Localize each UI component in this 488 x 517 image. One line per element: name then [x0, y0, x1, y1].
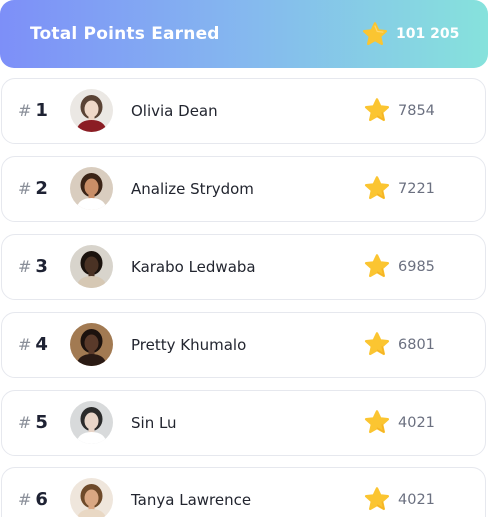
rank: #4: [18, 313, 48, 377]
hash-symbol: #: [18, 257, 32, 276]
leaderboard-row[interactable]: #1 Olivia Dean 7854: [1, 78, 486, 144]
rank-number: 1: [35, 100, 48, 121]
star-icon: [362, 22, 388, 46]
rank: #6: [18, 468, 48, 517]
avatar: [70, 478, 113, 517]
total-points-header: Total Points Earned 101 205: [0, 0, 488, 68]
user-name: Tanya Lawrence: [131, 491, 252, 509]
user-points: 7221: [398, 181, 435, 197]
user-points: 4021: [398, 415, 435, 431]
rank: #3: [18, 235, 48, 299]
star-icon: [364, 332, 390, 356]
user-name: Karabo Ledwaba: [131, 258, 256, 276]
leaderboard-row[interactable]: #4 Pretty Khumalo 6801: [1, 312, 486, 378]
avatar: [70, 401, 113, 444]
star-icon: [364, 98, 390, 122]
hash-symbol: #: [18, 101, 32, 120]
avatar: [70, 167, 113, 210]
rank-number: 3: [35, 256, 48, 277]
total-points-value: 101 205: [396, 26, 460, 42]
avatar: [70, 245, 113, 288]
rank-number: 4: [35, 334, 48, 355]
leaderboard-row[interactable]: #2 Analize Strydom 7221: [1, 156, 486, 222]
star-icon: [364, 176, 390, 200]
rank-number: 6: [35, 489, 48, 510]
user-name: Analize Strydom: [131, 180, 254, 198]
star-icon: [364, 487, 390, 511]
hash-symbol: #: [18, 179, 32, 198]
leaderboard-row[interactable]: #6 Tanya Lawrence 4021: [1, 467, 486, 517]
hash-symbol: #: [18, 335, 32, 354]
user-points: 4021: [398, 492, 435, 508]
leaderboard-row[interactable]: #3 Karabo Ledwaba 6985: [1, 234, 486, 300]
leaderboard-row[interactable]: #5 Sin Lu 4021: [1, 390, 486, 456]
leaderboard-widget: Total Points Earned 101 205 #1 Olivia Dea…: [0, 0, 488, 517]
user-name: Sin Lu: [131, 414, 177, 432]
user-name: Olivia Dean: [131, 102, 218, 120]
star-icon: [364, 254, 390, 278]
user-name: Pretty Khumalo: [131, 336, 247, 354]
rank-number: 5: [35, 412, 48, 433]
star-icon: [364, 410, 390, 434]
rank: #5: [18, 391, 48, 455]
rank-number: 2: [35, 178, 48, 199]
rank: #2: [18, 157, 48, 221]
user-points: 7854: [398, 103, 435, 119]
user-points: 6801: [398, 337, 435, 353]
header-title: Total Points Earned: [30, 24, 220, 44]
user-points: 6985: [398, 259, 435, 275]
avatar: [70, 323, 113, 366]
avatar: [70, 89, 113, 132]
rank: #1: [18, 79, 48, 143]
hash-symbol: #: [18, 413, 32, 432]
hash-symbol: #: [18, 490, 32, 509]
